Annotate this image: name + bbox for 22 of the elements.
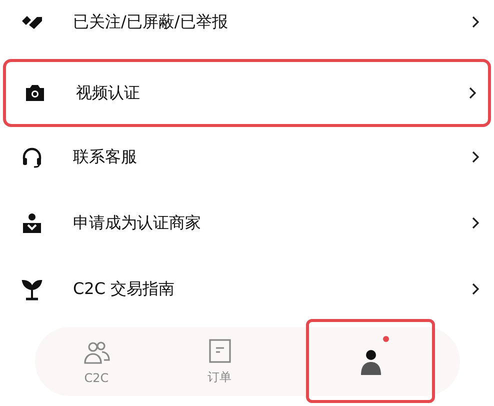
menu-item[interactable]: 申请成为认证商家 bbox=[0, 194, 494, 252]
menu-label: 视频认证 bbox=[76, 82, 141, 104]
sprout-icon bbox=[20, 277, 44, 301]
menu-label: 联系客服 bbox=[73, 146, 138, 168]
chevron-icon bbox=[470, 215, 480, 231]
headset-icon bbox=[20, 145, 44, 169]
menu-label: 申请成为认证商家 bbox=[73, 212, 202, 234]
chevron-icon bbox=[470, 14, 480, 30]
tab-label: C2C bbox=[84, 370, 109, 384]
menu-item[interactable]: 已关注/已屏蔽/已举报 bbox=[0, 0, 494, 51]
menu-label: 已关注/已屏蔽/已举报 bbox=[73, 12, 229, 32]
chevron-icon bbox=[467, 85, 477, 101]
chevron-icon bbox=[470, 281, 480, 297]
menu-item[interactable]: C2C 交易指南 bbox=[0, 260, 494, 318]
people-icon bbox=[82, 338, 110, 366]
person-icon bbox=[20, 211, 44, 235]
tab-label: 订单 bbox=[208, 369, 232, 386]
menu-label: C2C 交易指南 bbox=[73, 278, 176, 300]
chevron-icon bbox=[470, 149, 480, 165]
menu-item[interactable]: 联系客服 bbox=[0, 128, 494, 186]
tab[interactable] bbox=[306, 319, 435, 403]
menu-item[interactable]: 视频认证 bbox=[3, 59, 491, 127]
